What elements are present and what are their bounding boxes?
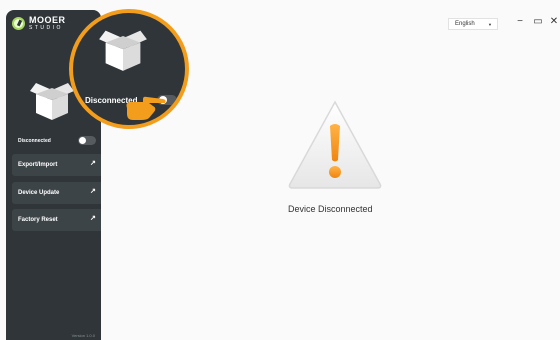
mooer-logo-icon	[12, 17, 25, 30]
pointing-hand-icon	[126, 96, 166, 120]
logo-brand: MOOER	[29, 15, 66, 25]
connection-toggle[interactable]	[78, 136, 96, 145]
restore-button[interactable]: ▭	[532, 16, 544, 28]
magnifier-callout: Disconnected	[69, 9, 189, 129]
close-button[interactable]: ✕	[548, 16, 560, 28]
arrow-up-right-icon: ↗	[90, 215, 96, 222]
logo: MOOER STUDIO	[12, 16, 66, 31]
menu-item-export-import[interactable]: Export/Import ↗	[12, 154, 101, 176]
arrow-up-right-icon: ↗	[90, 188, 96, 195]
version-label: Version 1.0.0	[71, 333, 95, 338]
logo-sub: STUDIO	[29, 25, 63, 31]
box-icon	[99, 30, 147, 71]
device-status-text: Device Disconnected	[288, 204, 373, 214]
app-window: MOOER STUDIO Disconnected Export/Import …	[0, 0, 560, 340]
warning-triangle-icon	[288, 100, 382, 189]
box-icon	[30, 83, 74, 120]
language-value: English	[455, 21, 475, 27]
menu-item-label: Device Update	[18, 190, 60, 196]
menu-item-factory-reset[interactable]: Factory Reset ↗	[12, 209, 101, 231]
chevron-down-icon: ▼	[488, 22, 492, 27]
connection-status-label: Disconnected	[18, 138, 51, 144]
menu-item-label: Export/Import	[18, 162, 58, 168]
arrow-up-right-icon: ↗	[90, 160, 96, 167]
logo-text: MOOER STUDIO	[29, 16, 66, 31]
language-select[interactable]: English ▼	[448, 18, 498, 30]
menu-item-label: Factory Reset	[18, 217, 58, 223]
minimize-button[interactable]: −	[514, 16, 526, 28]
menu-item-device-update[interactable]: Device Update ↗	[12, 182, 101, 204]
